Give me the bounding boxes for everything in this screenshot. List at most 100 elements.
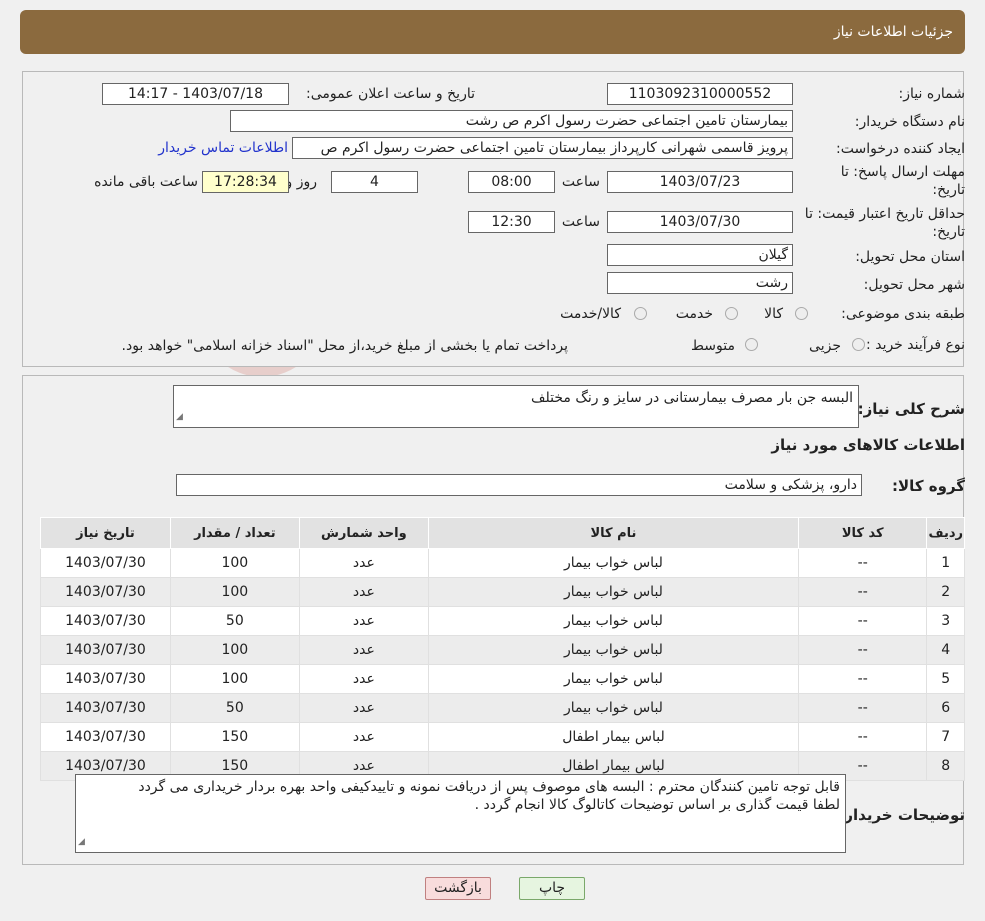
process-note: پرداخت تمام یا بخشی از مبلغ خرید،از محل … [121, 338, 568, 354]
resize-grip-icon[interactable]: ◢ [176, 408, 183, 426]
summary-text: البسه جن بار مصرف بیمارستانی در سایز و ر… [530, 390, 853, 406]
table-body: 1 -- لباس خواب بیمار عدد 100 1403/07/30 … [40, 548, 965, 781]
cell-date: 1403/07/30 [40, 606, 171, 636]
cell-unit: عدد [298, 635, 429, 665]
announce-label: تاریخ و ساعت اعلان عمومی: [306, 86, 475, 102]
back-button[interactable]: بازگشت [425, 877, 491, 900]
col-row-header: ردیف [926, 517, 965, 549]
cell-row: 4 [926, 635, 965, 665]
goods-section-title: اطلاعات کالاهای مورد نیاز [771, 436, 965, 454]
deadline-label: مهلت ارسال پاسخ: تا [840, 164, 965, 180]
group-label: گروه کالا: [892, 477, 965, 495]
cell-unit: عدد [298, 606, 429, 636]
validity-label-date: تاریخ: [932, 224, 965, 240]
cell-unit: عدد [298, 577, 429, 607]
need-number-label: شماره نیاز: [898, 86, 966, 102]
process-medium-label: متوسط [691, 338, 735, 354]
cell-qty: 50 [169, 606, 300, 636]
group-field: دارو، پزشکی و سلامت [176, 474, 862, 496]
cell-code: -- [797, 635, 928, 665]
remaining-time-field: 17:28:34 [202, 171, 289, 193]
summary-textarea[interactable]: البسه جن بار مصرف بیمارستانی در سایز و ر… [173, 385, 859, 428]
process-minor-label: جزیی [809, 338, 841, 354]
cell-qty: 100 [169, 664, 300, 694]
cell-date: 1403/07/30 [40, 577, 171, 607]
remaining-label: ساعت باقی مانده [94, 174, 198, 190]
deadline-date-field: 1403/07/23 [607, 171, 793, 193]
cell-qty: 150 [169, 722, 300, 752]
requester-label: ایجاد کننده درخواست: [836, 141, 965, 157]
category-service-radio[interactable] [725, 307, 738, 320]
table-row: 5 -- لباس خواب بیمار عدد 100 1403/07/30 [40, 664, 965, 694]
cell-qty: 100 [169, 577, 300, 607]
cell-code: -- [797, 548, 928, 578]
category-goods-service-radio[interactable] [634, 307, 647, 320]
cell-code: -- [797, 664, 928, 694]
cell-date: 1403/07/30 [40, 693, 171, 723]
cell-date: 1403/07/30 [40, 548, 171, 578]
process-minor-radio[interactable] [852, 338, 865, 351]
cell-row: 6 [926, 693, 965, 723]
province-field: گیلان [607, 244, 793, 266]
deadline-label-date: تاریخ: [932, 182, 965, 198]
buyer-notes-textarea[interactable]: قابل توجه تامین کنندگان محترم : البسه ها… [75, 774, 846, 853]
cell-row: 2 [926, 577, 965, 607]
category-goods-radio[interactable] [795, 307, 808, 320]
cell-name: لباس خواب بیمار [427, 635, 799, 665]
validity-label: حداقل تاریخ اعتبار قیمت: تا [804, 206, 965, 222]
cell-name: لباس خواب بیمار [427, 693, 799, 723]
buyer-notes-label: توضیحات خریدار: [838, 806, 965, 824]
cell-qty: 100 [169, 548, 300, 578]
table-row: 2 -- لباس خواب بیمار عدد 100 1403/07/30 [40, 577, 965, 607]
items-table: ردیف کد کالا نام کالا واحد شمارش تعداد /… [40, 517, 965, 781]
category-label: طبقه بندی موضوعی: [841, 306, 965, 322]
col-date-header: تاریخ نیاز [40, 517, 171, 549]
deadline-time-field: 08:00 [468, 171, 555, 193]
table-header-row: ردیف کد کالا نام کالا واحد شمارش تعداد /… [40, 517, 965, 549]
cell-name: لباس خواب بیمار [427, 606, 799, 636]
cell-code: -- [797, 606, 928, 636]
process-medium-radio[interactable] [745, 338, 758, 351]
col-qty-header: تعداد / مقدار [169, 517, 300, 549]
cell-date: 1403/07/30 [40, 664, 171, 694]
col-unit-header: واحد شمارش [298, 517, 429, 549]
table-row: 6 -- لباس خواب بیمار عدد 50 1403/07/30 [40, 693, 965, 723]
buyer-org-label: نام دستگاه خریدار: [854, 114, 965, 130]
table-row: 7 -- لباس بیمار اطفال عدد 150 1403/07/30 [40, 722, 965, 752]
cell-row: 7 [926, 722, 965, 752]
validity-time-label: ساعت [561, 214, 600, 230]
requester-field: پرویز قاسمی شهرانی کارپرداز بیمارستان تا… [292, 137, 793, 159]
resize-grip-icon[interactable]: ◢ [78, 833, 85, 851]
city-label: شهر محل تحویل: [863, 277, 965, 293]
deadline-time-label: ساعت [561, 174, 600, 190]
cell-qty: 100 [169, 635, 300, 665]
days-label: روز و [285, 174, 318, 190]
table-row: 3 -- لباس خواب بیمار عدد 50 1403/07/30 [40, 606, 965, 636]
buyer-contact-link[interactable]: اطلاعات تماس خریدار [158, 140, 288, 156]
table-row: 4 -- لباس خواب بیمار عدد 100 1403/07/30 [40, 635, 965, 665]
cell-code: -- [797, 577, 928, 607]
cell-row: 8 [926, 751, 965, 781]
cell-qty: 50 [169, 693, 300, 723]
cell-name: لباس خواب بیمار [427, 548, 799, 578]
buyer-notes-line-1: قابل توجه تامین کنندگان محترم : البسه ها… [138, 779, 840, 795]
buyer-org-field: بیمارستان تامین اجتماعی حضرت رسول اکرم ص… [230, 110, 793, 132]
cell-row: 3 [926, 606, 965, 636]
need-number-field: 1103092310000552 [607, 83, 793, 105]
days-remaining-field: 4 [331, 171, 418, 193]
cell-unit: عدد [298, 722, 429, 752]
announce-datetime-field: 1403/07/18 - 14:17 [102, 83, 289, 105]
cell-unit: عدد [298, 693, 429, 723]
print-button[interactable]: چاپ [519, 877, 585, 900]
cell-date: 1403/07/30 [40, 722, 171, 752]
col-name-header: نام کالا [427, 517, 799, 549]
cell-name: لباس خواب بیمار [427, 664, 799, 694]
cell-name: لباس خواب بیمار [427, 577, 799, 607]
city-field: رشت [607, 272, 793, 294]
buyer-notes-line-2: لطفا قیمت گذاری بر اساس توضیحات کاتالوگ … [474, 797, 840, 813]
col-code-header: کد کالا [797, 517, 928, 549]
cell-name: لباس بیمار اطفال [427, 722, 799, 752]
cell-code: -- [797, 693, 928, 723]
table-row: 1 -- لباس خواب بیمار عدد 100 1403/07/30 [40, 548, 965, 578]
cell-row: 1 [926, 548, 965, 578]
